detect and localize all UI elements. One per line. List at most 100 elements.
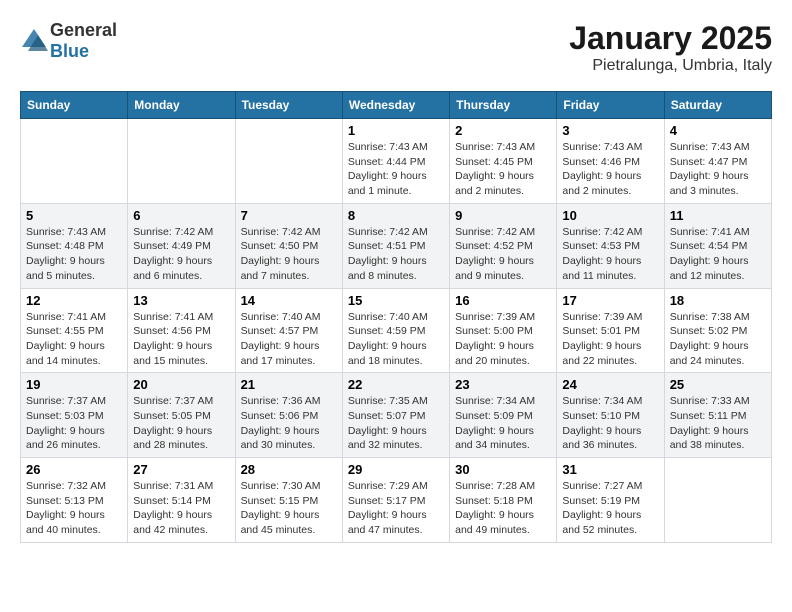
day-number: 18 [670, 293, 766, 308]
day-info: Sunrise: 7:43 AMSunset: 4:46 PMDaylight:… [562, 140, 658, 199]
weekday-header: Sunday [21, 92, 128, 119]
day-number: 5 [26, 208, 122, 223]
calendar-cell: 4Sunrise: 7:43 AMSunset: 4:47 PMDaylight… [664, 119, 771, 204]
day-number: 28 [241, 462, 337, 477]
day-info: Sunrise: 7:42 AMSunset: 4:50 PMDaylight:… [241, 225, 337, 284]
day-number: 16 [455, 293, 551, 308]
calendar-cell: 7 Sunrise: 7:42 AMSunset: 4:50 PMDaylight… [235, 203, 342, 288]
day-info: Sunrise: 7:39 AMSunset: 5:01 PMDaylight:… [562, 310, 658, 369]
calendar-cell: 28 Sunrise: 7:30 AMSunset: 5:15 PMDayligh… [235, 458, 342, 543]
logo-icon [20, 27, 48, 55]
day-info: Sunrise: 7:43 AMSunset: 4:45 PMDaylight:… [455, 140, 551, 199]
calendar-week: 5 Sunrise: 7:43 AMSunset: 4:48 PMDaylight… [21, 203, 772, 288]
day-number: 15 [348, 293, 444, 308]
calendar-cell: 24Sunrise: 7:34 AMSunset: 5:10 PMDayligh… [557, 373, 664, 458]
day-number: 10 [562, 208, 658, 223]
calendar-cell: 23Sunrise: 7:34 AMSunset: 5:09 PMDayligh… [450, 373, 557, 458]
day-number: 31 [562, 462, 658, 477]
calendar-cell: 19 Sunrise: 7:37 AMSunset: 5:03 PMDayligh… [21, 373, 128, 458]
day-number: 24 [562, 377, 658, 392]
calendar-cell: 27 Sunrise: 7:31 AMSunset: 5:14 PMDayligh… [128, 458, 235, 543]
calendar-week: 26 Sunrise: 7:32 AMSunset: 5:13 PMDayligh… [21, 458, 772, 543]
day-info: Sunrise: 7:43 AMSunset: 4:48 PMDaylight:… [26, 225, 122, 284]
calendar-cell: 17Sunrise: 7:39 AMSunset: 5:01 PMDayligh… [557, 288, 664, 373]
weekday-header: Thursday [450, 92, 557, 119]
logo: General Blue [20, 20, 117, 62]
day-info: Sunrise: 7:33 AMSunset: 5:11 PMDaylight:… [670, 394, 766, 453]
day-number: 21 [241, 377, 337, 392]
calendar-cell: 15 Sunrise: 7:40 AMSunset: 4:59 PMDayligh… [342, 288, 449, 373]
day-number: 11 [670, 208, 766, 223]
calendar-cell: 13Sunrise: 7:41 AMSunset: 4:56 PMDayligh… [128, 288, 235, 373]
day-number: 30 [455, 462, 551, 477]
day-info: Sunrise: 7:38 AMSunset: 5:02 PMDaylight:… [670, 310, 766, 369]
calendar-cell: 16 Sunrise: 7:39 AMSunset: 5:00 PMDayligh… [450, 288, 557, 373]
calendar-cell: 3 Sunrise: 7:43 AMSunset: 4:46 PMDaylight… [557, 119, 664, 204]
day-number: 19 [26, 377, 122, 392]
calendar-cell [664, 458, 771, 543]
calendar-cell: 11 Sunrise: 7:41 AMSunset: 4:54 PMDayligh… [664, 203, 771, 288]
day-number: 8 [348, 208, 444, 223]
calendar-cell: 30 Sunrise: 7:28 AMSunset: 5:18 PMDayligh… [450, 458, 557, 543]
calendar-cell: 9 Sunrise: 7:42 AMSunset: 4:52 PMDaylight… [450, 203, 557, 288]
calendar-cell: 29Sunrise: 7:29 AMSunset: 5:17 PMDayligh… [342, 458, 449, 543]
page-header: General Blue January 2025 Pietralunga, U… [20, 20, 772, 75]
day-info: Sunrise: 7:42 AMSunset: 4:52 PMDaylight:… [455, 225, 551, 284]
day-info: Sunrise: 7:42 AMSunset: 4:53 PMDaylight:… [562, 225, 658, 284]
day-number: 29 [348, 462, 444, 477]
calendar-cell: 1Sunrise: 7:43 AMSunset: 4:44 PMDaylight… [342, 119, 449, 204]
day-number: 1 [348, 123, 444, 138]
day-info: Sunrise: 7:32 AMSunset: 5:13 PMDaylight:… [26, 479, 122, 538]
day-number: 26 [26, 462, 122, 477]
day-info: Sunrise: 7:40 AMSunset: 4:59 PMDaylight:… [348, 310, 444, 369]
calendar-cell: 18 Sunrise: 7:38 AMSunset: 5:02 PMDayligh… [664, 288, 771, 373]
calendar-cell: 8Sunrise: 7:42 AMSunset: 4:51 PMDaylight… [342, 203, 449, 288]
day-info: Sunrise: 7:41 AMSunset: 4:56 PMDaylight:… [133, 310, 229, 369]
day-number: 20 [133, 377, 229, 392]
calendar-cell: 22Sunrise: 7:35 AMSunset: 5:07 PMDayligh… [342, 373, 449, 458]
day-info: Sunrise: 7:39 AMSunset: 5:00 PMDaylight:… [455, 310, 551, 369]
day-number: 2 [455, 123, 551, 138]
day-info: Sunrise: 7:36 AMSunset: 5:06 PMDaylight:… [241, 394, 337, 453]
day-number: 9 [455, 208, 551, 223]
day-number: 3 [562, 123, 658, 138]
day-number: 7 [241, 208, 337, 223]
day-number: 27 [133, 462, 229, 477]
day-info: Sunrise: 7:31 AMSunset: 5:14 PMDaylight:… [133, 479, 229, 538]
calendar-cell: 10 Sunrise: 7:42 AMSunset: 4:53 PMDayligh… [557, 203, 664, 288]
calendar-cell [21, 119, 128, 204]
day-number: 25 [670, 377, 766, 392]
day-info: Sunrise: 7:43 AMSunset: 4:47 PMDaylight:… [670, 140, 766, 199]
calendar-cell: 21 Sunrise: 7:36 AMSunset: 5:06 PMDayligh… [235, 373, 342, 458]
day-info: Sunrise: 7:27 AMSunset: 5:19 PMDaylight:… [562, 479, 658, 538]
logo-text-blue: Blue [50, 41, 89, 61]
calendar-header: SundayMondayTuesdayWednesdayThursdayFrid… [21, 92, 772, 119]
calendar-cell: 25 Sunrise: 7:33 AMSunset: 5:11 PMDayligh… [664, 373, 771, 458]
title-block: January 2025 Pietralunga, Umbria, Italy [569, 20, 772, 75]
weekday-header: Friday [557, 92, 664, 119]
day-info: Sunrise: 7:30 AMSunset: 5:15 PMDaylight:… [241, 479, 337, 538]
weekday-header: Saturday [664, 92, 771, 119]
day-info: Sunrise: 7:41 AMSunset: 4:54 PMDaylight:… [670, 225, 766, 284]
calendar-cell: 31 Sunrise: 7:27 AMSunset: 5:19 PMDayligh… [557, 458, 664, 543]
day-info: Sunrise: 7:41 AMSunset: 4:55 PMDaylight:… [26, 310, 122, 369]
month-title: January 2025 [569, 20, 772, 57]
day-info: Sunrise: 7:37 AMSunset: 5:03 PMDaylight:… [26, 394, 122, 453]
weekday-header: Wednesday [342, 92, 449, 119]
day-info: Sunrise: 7:34 AMSunset: 5:09 PMDaylight:… [455, 394, 551, 453]
calendar-cell: 14Sunrise: 7:40 AMSunset: 4:57 PMDayligh… [235, 288, 342, 373]
day-info: Sunrise: 7:37 AMSunset: 5:05 PMDaylight:… [133, 394, 229, 453]
calendar-table: SundayMondayTuesdayWednesdayThursdayFrid… [20, 91, 772, 543]
calendar-week: 19 Sunrise: 7:37 AMSunset: 5:03 PMDayligh… [21, 373, 772, 458]
day-number: 6 [133, 208, 229, 223]
day-number: 22 [348, 377, 444, 392]
calendar-cell: 20 Sunrise: 7:37 AMSunset: 5:05 PMDayligh… [128, 373, 235, 458]
logo-text-general: General [50, 20, 117, 40]
day-info: Sunrise: 7:28 AMSunset: 5:18 PMDaylight:… [455, 479, 551, 538]
calendar-cell: 12 Sunrise: 7:41 AMSunset: 4:55 PMDayligh… [21, 288, 128, 373]
day-info: Sunrise: 7:40 AMSunset: 4:57 PMDaylight:… [241, 310, 337, 369]
weekday-header: Tuesday [235, 92, 342, 119]
calendar-week: 1Sunrise: 7:43 AMSunset: 4:44 PMDaylight… [21, 119, 772, 204]
day-number: 12 [26, 293, 122, 308]
calendar-cell [235, 119, 342, 204]
